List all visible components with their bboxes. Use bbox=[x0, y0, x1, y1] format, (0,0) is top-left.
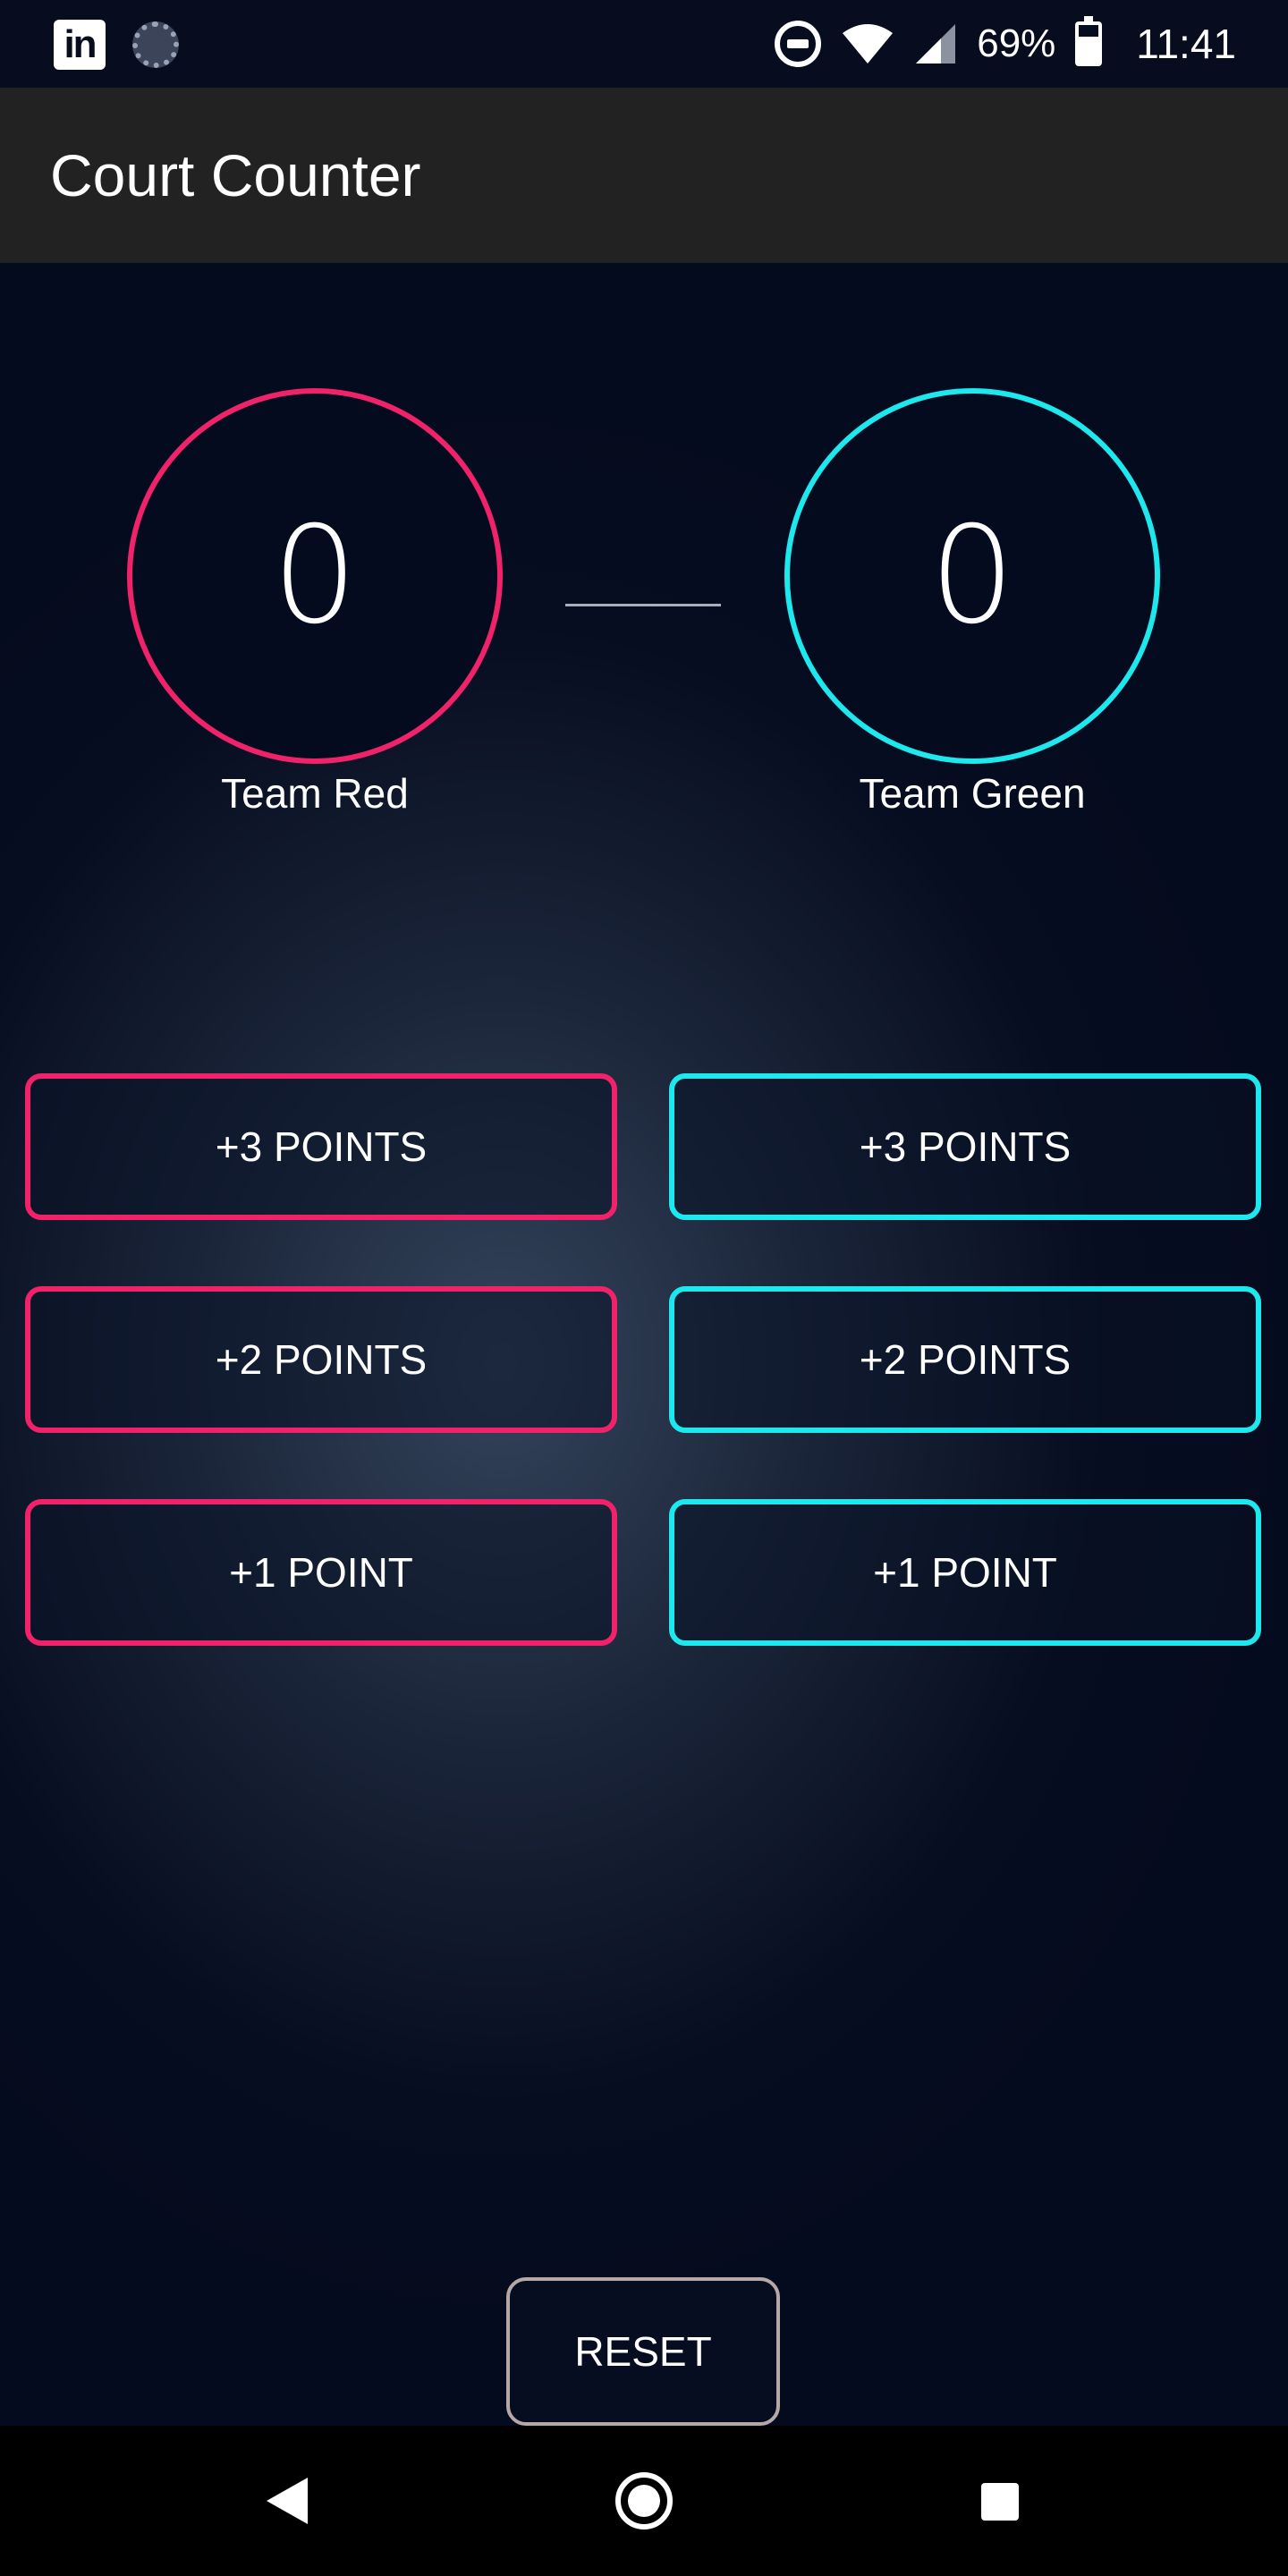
app-bar: Court Counter bbox=[0, 88, 1288, 263]
home-icon[interactable] bbox=[615, 2472, 673, 2529]
battery-charging-icon bbox=[1075, 16, 1103, 66]
status-bar: in 69% 11:41 bbox=[0, 0, 1288, 88]
main-content: 0 0 Team Red Team Green +3 POINTS +3 POI… bbox=[0, 263, 1288, 2426]
score-divider bbox=[565, 604, 721, 606]
navigation-bar bbox=[0, 2426, 1288, 2576]
team-red-score-circle: 0 bbox=[127, 388, 503, 764]
signal-icon bbox=[916, 24, 956, 64]
team-red-plus1-button[interactable]: +1 POINT bbox=[25, 1499, 617, 1646]
wifi-icon bbox=[843, 24, 894, 64]
team-red-score: 0 bbox=[272, 498, 358, 654]
back-icon[interactable] bbox=[267, 2478, 308, 2524]
status-bar-system: 69% 11:41 bbox=[775, 16, 1236, 72]
reset-button[interactable]: RESET bbox=[506, 2277, 780, 2426]
team-red-plus2-button[interactable]: +2 POINTS bbox=[25, 1286, 617, 1433]
status-bar-notifications: in bbox=[54, 20, 179, 70]
team-red-label: Team Red bbox=[221, 770, 409, 817]
team-green-plus1-button[interactable]: +1 POINT bbox=[669, 1499, 1261, 1646]
team-green-label: Team Green bbox=[859, 770, 1086, 817]
app-title: Court Counter bbox=[50, 142, 421, 208]
linkedin-icon: in bbox=[54, 20, 106, 70]
team-green-score-circle: 0 bbox=[784, 388, 1160, 764]
team-green-score: 0 bbox=[929, 498, 1015, 654]
sync-icon bbox=[132, 21, 179, 68]
clock: 11:41 bbox=[1136, 21, 1236, 67]
team-green-plus2-button[interactable]: +2 POINTS bbox=[669, 1286, 1261, 1433]
do-not-disturb-icon bbox=[775, 21, 822, 67]
battery-percentage: 69% bbox=[977, 21, 1056, 65]
team-red-plus3-button[interactable]: +3 POINTS bbox=[25, 1073, 617, 1220]
recent-apps-icon[interactable] bbox=[981, 2483, 1019, 2521]
team-green-plus3-button[interactable]: +3 POINTS bbox=[669, 1073, 1261, 1220]
